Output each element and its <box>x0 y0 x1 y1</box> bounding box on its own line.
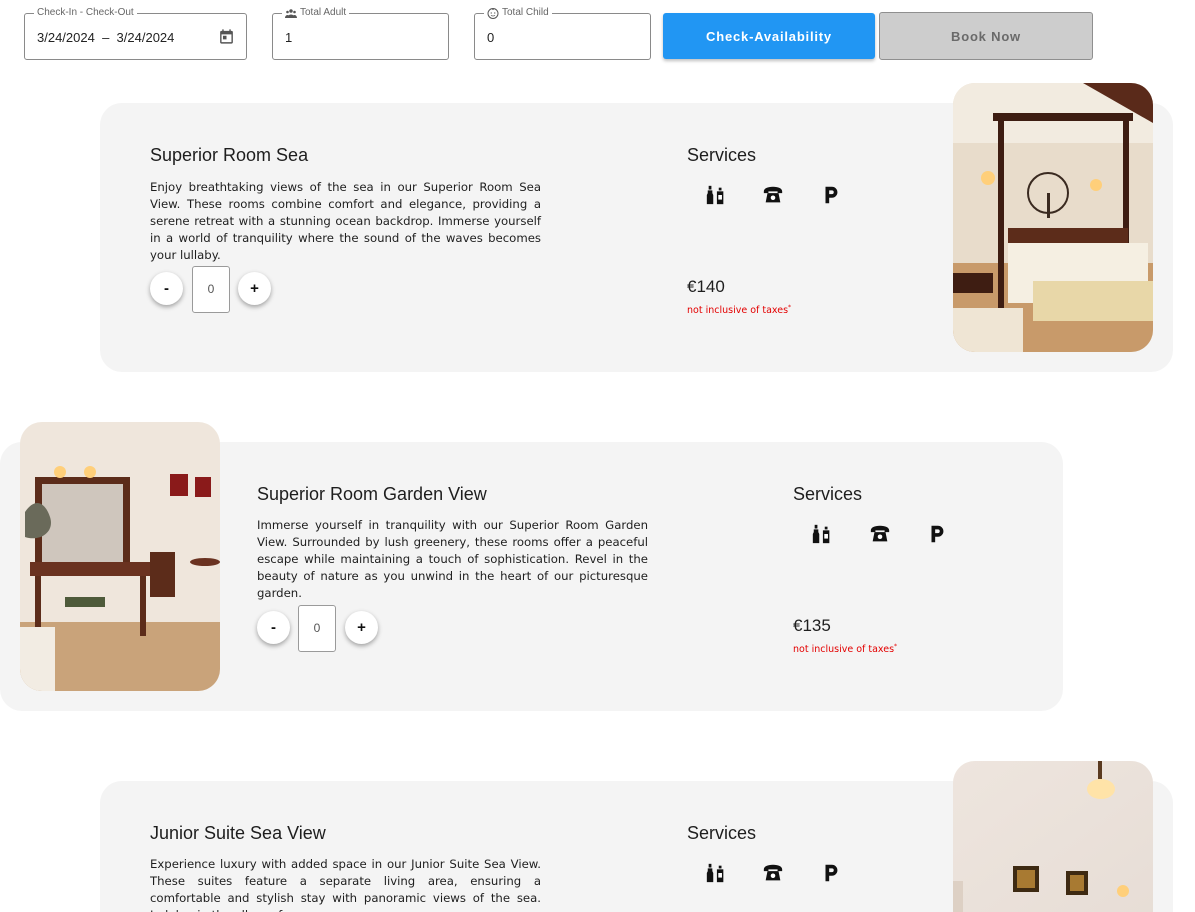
date-range-value[interactable]: 3/24/2024 – 3/24/2024 <box>37 30 174 45</box>
calendar-icon[interactable] <box>218 28 235 45</box>
total-child-label: Total Child <box>484 7 552 19</box>
minibar-icon <box>706 863 724 883</box>
room-title: Junior Suite Sea View <box>150 823 326 843</box>
increase-quantity-button[interactable]: + <box>345 611 378 644</box>
check-out-date[interactable]: 3/24/2024 <box>117 30 175 45</box>
room-price: €140 <box>687 277 725 296</box>
people-icon <box>285 8 297 18</box>
telephone-icon <box>763 864 783 881</box>
room-description: Experience luxury with added space in ou… <box>150 857 541 912</box>
check-in-date[interactable]: 3/24/2024 <box>37 30 95 45</box>
parking-icon <box>825 864 838 882</box>
room-title: Superior Room Garden View <box>257 484 487 504</box>
total-child-field[interactable]: Total Child 0 <box>474 7 651 60</box>
book-now-button[interactable]: Book Now <box>879 12 1093 60</box>
room-description: Enjoy breathtaking views of the sea in o… <box>150 180 541 262</box>
total-adult-value[interactable]: 1 <box>285 30 292 45</box>
room-photo <box>953 83 1153 352</box>
date-separator: – <box>102 30 110 45</box>
total-child-value[interactable]: 0 <box>487 30 494 45</box>
decrease-quantity-button[interactable]: - <box>257 611 290 644</box>
quantity-input[interactable]: 0 <box>298 605 336 652</box>
services-title: Services <box>793 484 863 504</box>
room-description: Immerse yourself in tranquility with our… <box>257 518 648 600</box>
date-range-field[interactable]: Check-In - Check-Out 3/24/2024 – 3/24/20… <box>24 7 247 60</box>
room-title: Superior Room Sea <box>150 145 309 165</box>
room-photo <box>20 422 220 691</box>
minibar-icon <box>812 524 830 544</box>
increase-quantity-button[interactable]: + <box>238 272 271 305</box>
total-adult-label: Total Adult <box>282 7 350 19</box>
tax-note: not inclusive of taxes* <box>687 304 792 317</box>
child-face-icon <box>487 7 499 19</box>
telephone-icon <box>870 525 890 542</box>
minibar-icon <box>706 185 724 205</box>
quantity-input[interactable]: 0 <box>192 266 230 313</box>
decrease-quantity-button[interactable]: - <box>150 272 183 305</box>
services-title: Services <box>687 823 757 843</box>
parking-icon <box>931 525 944 543</box>
tax-note: not inclusive of taxes* <box>793 643 898 656</box>
check-availability-button[interactable]: Check-Availability <box>663 13 875 59</box>
room-photo <box>953 761 1153 912</box>
total-adult-field[interactable]: Total Adult 1 <box>272 7 449 60</box>
services-title: Services <box>687 145 757 165</box>
date-range-label: Check-In - Check-Out <box>34 7 137 19</box>
telephone-icon <box>763 186 783 203</box>
room-price: €135 <box>793 616 831 635</box>
parking-icon <box>825 186 838 204</box>
